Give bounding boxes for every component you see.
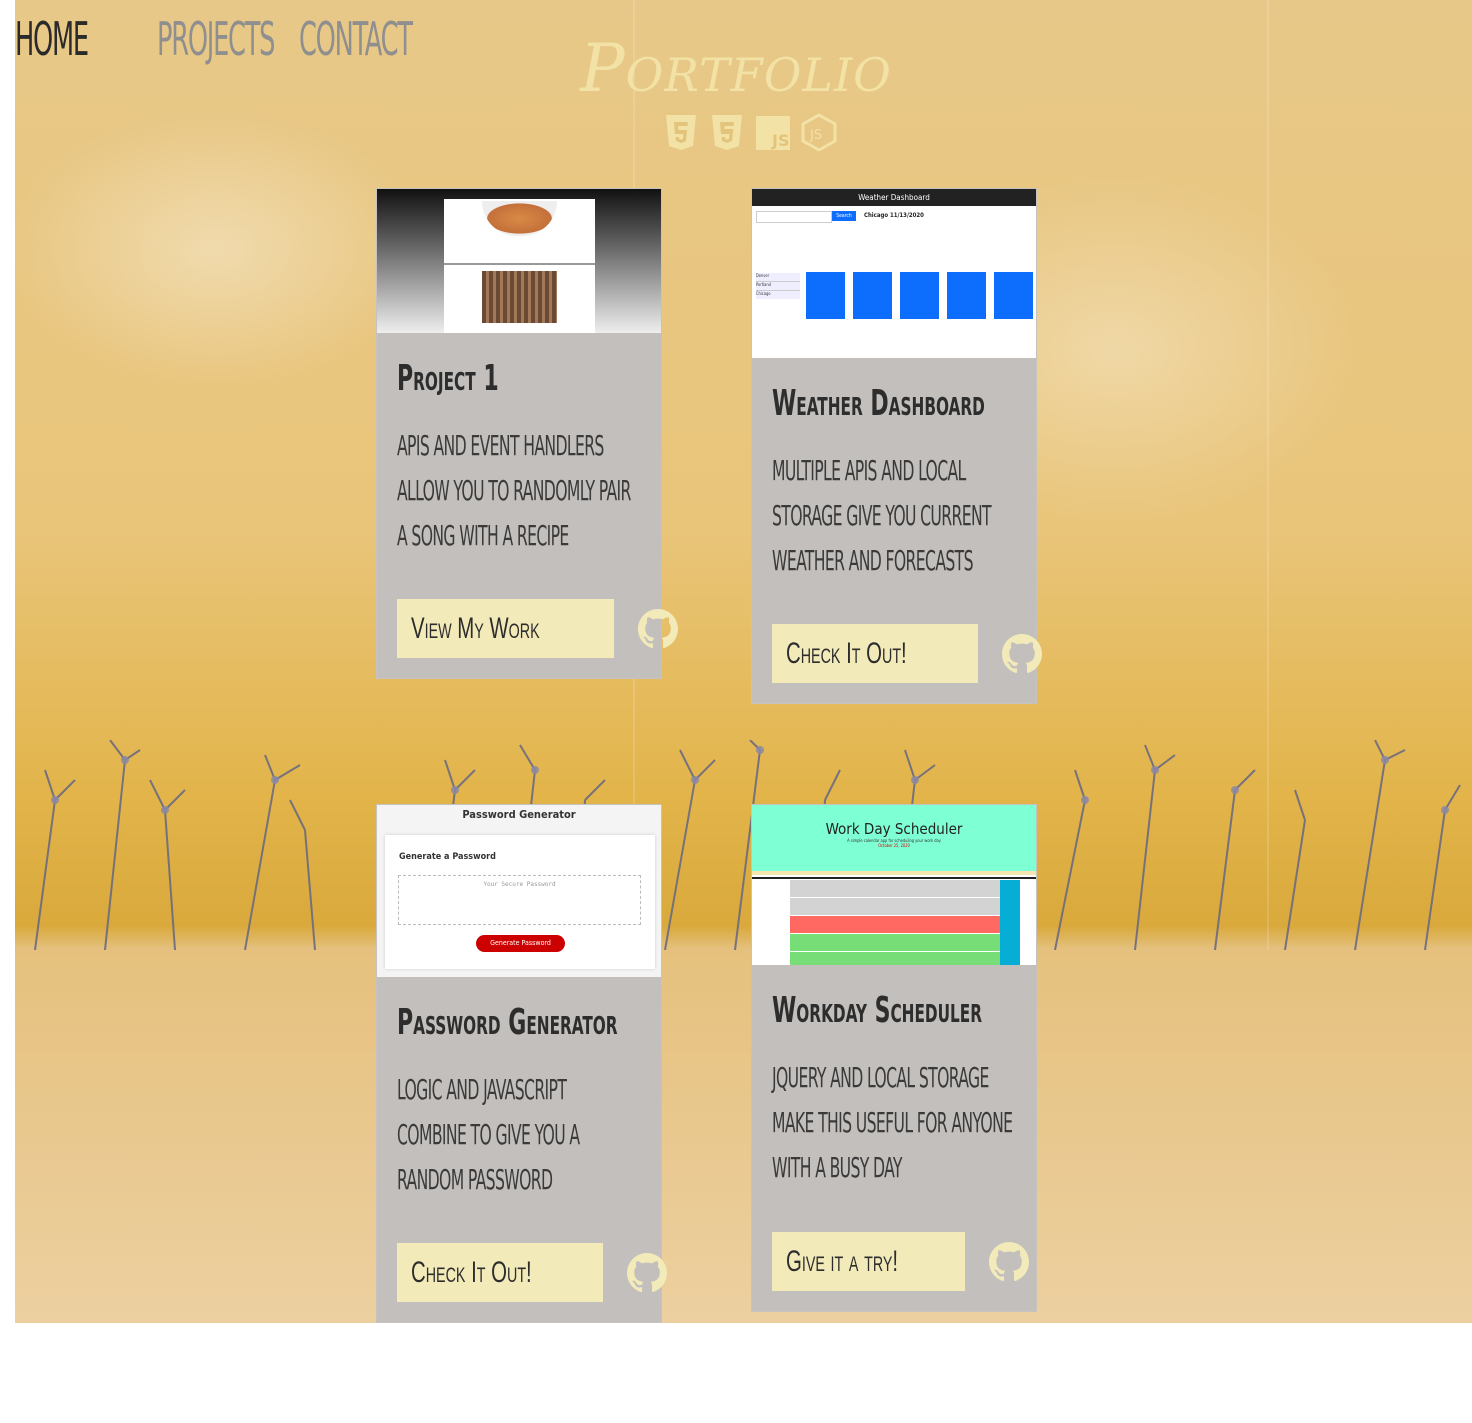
nav-home-link[interactable]: HOME	[15, 12, 89, 66]
project-card-1: Project 1 APIs and event handlers allow …	[376, 188, 679, 679]
svg-text:JS: JS	[809, 128, 822, 143]
page-title: Portfolio	[580, 30, 892, 107]
javascript-icon: JS	[756, 116, 790, 150]
nodejs-icon: JS	[801, 113, 837, 151]
weather-dashboard-screenshot[interactable]: Weather Dashboard Search Chicago 11/13/2…	[752, 189, 1036, 358]
nav-contact-link[interactable]: CONTACT	[299, 12, 413, 66]
workday-scheduler-screenshot[interactable]: Work Day Scheduler A simple calendar app…	[752, 805, 1036, 965]
project-3-title: Password Generator	[397, 1002, 618, 1043]
github-icon[interactable]	[988, 1241, 1029, 1282]
html5-icon	[666, 115, 696, 150]
project-card-2: Weather Dashboard Search Chicago 11/13/2…	[751, 188, 1042, 704]
project-2-description: Multiple APIs and local storage give you…	[772, 454, 992, 577]
background-image	[15, 0, 1472, 1323]
check-it-out-button[interactable]: Check It Out!	[397, 1243, 603, 1302]
github-icon[interactable]	[1001, 633, 1042, 674]
css3-icon	[712, 115, 742, 150]
project-4-description: jQuery and local storage make this usefu…	[772, 1061, 1013, 1184]
project-4-title: Workday Scheduler	[772, 990, 983, 1031]
svg-text:JS: JS	[771, 131, 789, 150]
give-it-a-try-button[interactable]: Give it a try!	[772, 1232, 965, 1291]
dried-flowers-decoration	[34, 740, 1461, 950]
project-card-3: Password Generator Generate a Password Y…	[376, 804, 667, 1323]
project-1-title: Project 1	[397, 358, 499, 399]
project-3-description: Logic and Javascript combine to give you…	[397, 1073, 580, 1196]
project-card-4: Work Day Scheduler A simple calendar app…	[751, 804, 1037, 1312]
check-it-out-button[interactable]: Check It Out!	[772, 624, 978, 683]
github-icon[interactable]	[626, 1252, 667, 1293]
main-nav: HOME PROJECTS CONTACT	[15, 12, 413, 66]
project-1-screenshot[interactable]	[377, 189, 661, 333]
password-generator-screenshot[interactable]: Password Generator Generate a Password Y…	[377, 805, 661, 977]
github-icon[interactable]	[638, 608, 679, 649]
nav-projects-link[interactable]: PROJECTS	[157, 12, 275, 66]
tech-icons: JS JS	[663, 113, 837, 151]
project-1-description: APIs and event handlers allow you to ran…	[397, 429, 631, 552]
project-2-title: Weather Dashboard	[772, 383, 985, 424]
view-my-work-button[interactable]: View My Work	[397, 599, 615, 658]
